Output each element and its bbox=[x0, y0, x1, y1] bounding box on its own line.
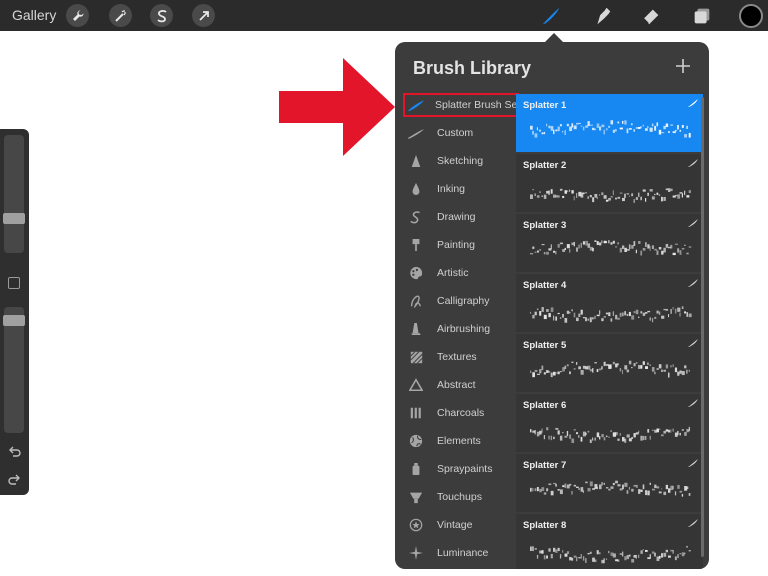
brush-library-panel: Brush Library Splatter Brush Set Custom … bbox=[395, 42, 709, 569]
touchup-icon bbox=[405, 488, 427, 506]
triangle-icon bbox=[405, 376, 427, 394]
brush-edit-icon[interactable] bbox=[688, 459, 698, 467]
sparkle-icon bbox=[405, 544, 427, 562]
category-calligraphy[interactable]: Calligraphy bbox=[403, 289, 519, 313]
category-luminance[interactable]: Luminance bbox=[403, 541, 519, 565]
category-artistic[interactable]: Artistic bbox=[403, 261, 519, 285]
brush-stroke-preview bbox=[530, 480, 691, 497]
brush-edit-icon[interactable] bbox=[688, 339, 698, 347]
brush-opacity-slider-knob[interactable] bbox=[3, 315, 25, 326]
brush-item-splatter-2[interactable]: Splatter 2 bbox=[516, 154, 703, 212]
brush-list: Splatter 1 Splatter 2 Splatter 3 Splatte… bbox=[516, 94, 703, 569]
brush-stroke-preview bbox=[530, 240, 692, 256]
category-touchups[interactable]: Touchups bbox=[403, 485, 519, 509]
brush-edit-icon[interactable] bbox=[688, 279, 698, 287]
airbrush-icon bbox=[405, 320, 427, 338]
calligraphy-icon bbox=[405, 292, 427, 310]
color-picker-button[interactable] bbox=[739, 4, 763, 28]
brush-item-splatter-6[interactable]: Splatter 6 bbox=[516, 394, 703, 452]
brush-stroke-preview bbox=[530, 360, 690, 378]
category-drawing[interactable]: Drawing bbox=[403, 205, 519, 229]
magic-wand-icon[interactable] bbox=[109, 4, 132, 27]
brush-library-title: Brush Library bbox=[413, 58, 532, 78]
brush-size-slider[interactable] bbox=[4, 135, 24, 253]
category-splatter-brush-set[interactable]: Splatter Brush Set bbox=[403, 93, 520, 117]
brush-stroke-preview bbox=[530, 188, 692, 203]
brush-stroke-preview bbox=[530, 426, 691, 444]
drawing-swirl-icon bbox=[405, 208, 427, 226]
red-arrow-annotation bbox=[279, 58, 395, 156]
custom-stroke-icon bbox=[405, 124, 427, 142]
category-textures[interactable]: Textures bbox=[403, 345, 519, 369]
popover-pointer bbox=[545, 33, 563, 42]
undo-icon[interactable] bbox=[7, 445, 22, 460]
spray-can-icon bbox=[405, 460, 427, 478]
brush-item-splatter-7[interactable]: Splatter 7 bbox=[516, 454, 703, 512]
brush-item-splatter-4[interactable]: Splatter 4 bbox=[516, 274, 703, 332]
eraser-icon[interactable] bbox=[638, 3, 664, 29]
brush-stroke-preview bbox=[530, 306, 692, 323]
brush-icon[interactable] bbox=[538, 3, 564, 29]
top-toolbar: Gallery bbox=[0, 0, 768, 31]
star-badge-icon bbox=[405, 516, 427, 534]
category-airbrushing[interactable]: Airbrushing bbox=[403, 317, 519, 341]
paint-brush-icon bbox=[405, 236, 427, 254]
texture-icon bbox=[405, 348, 427, 366]
transform-arrow-icon[interactable] bbox=[192, 4, 215, 27]
brush-edit-icon[interactable] bbox=[688, 219, 698, 227]
globe-icon bbox=[405, 432, 427, 450]
brush-edit-icon[interactable] bbox=[688, 99, 698, 107]
gallery-button[interactable]: Gallery bbox=[12, 7, 56, 23]
brush-list-scrollbar[interactable] bbox=[701, 97, 704, 557]
category-spraypaints[interactable]: Spraypaints bbox=[403, 457, 519, 481]
redo-icon[interactable] bbox=[7, 473, 22, 488]
category-inking[interactable]: Inking bbox=[403, 177, 519, 201]
category-charcoals[interactable]: Charcoals bbox=[403, 401, 519, 425]
brush-item-splatter-8[interactable]: Splatter 8 bbox=[516, 514, 703, 569]
brush-item-splatter-1[interactable]: Splatter 1 bbox=[516, 94, 703, 152]
smudge-icon[interactable] bbox=[589, 3, 615, 29]
sidebar-sliders bbox=[0, 129, 29, 495]
charcoal-icon bbox=[405, 404, 427, 422]
brush-item-splatter-3[interactable]: Splatter 3 bbox=[516, 214, 703, 272]
palette-icon bbox=[405, 264, 427, 282]
ink-drop-icon bbox=[405, 180, 427, 198]
category-abstract[interactable]: Abstract bbox=[403, 373, 519, 397]
wrench-icon[interactable] bbox=[66, 4, 89, 27]
category-painting[interactable]: Painting bbox=[403, 233, 519, 257]
brush-edit-icon[interactable] bbox=[688, 399, 698, 407]
brush-edit-icon[interactable] bbox=[688, 519, 698, 527]
pencil-icon bbox=[405, 152, 427, 170]
plus-icon[interactable] bbox=[673, 56, 693, 76]
category-elements[interactable]: Elements bbox=[403, 429, 519, 453]
brush-size-slider-knob[interactable] bbox=[3, 213, 25, 224]
layers-icon[interactable] bbox=[689, 3, 715, 29]
category-custom[interactable]: Custom bbox=[403, 121, 519, 145]
modify-button[interactable] bbox=[8, 277, 20, 289]
splatter-icon bbox=[407, 96, 425, 114]
category-sketching[interactable]: Sketching bbox=[403, 149, 519, 173]
brush-item-splatter-5[interactable]: Splatter 5 bbox=[516, 334, 703, 392]
brush-stroke-preview bbox=[530, 545, 691, 564]
brush-stroke-preview bbox=[530, 120, 691, 138]
brush-edit-icon[interactable] bbox=[688, 159, 698, 167]
selection-s-icon[interactable] bbox=[150, 4, 173, 27]
category-vintage[interactable]: Vintage bbox=[403, 513, 519, 537]
